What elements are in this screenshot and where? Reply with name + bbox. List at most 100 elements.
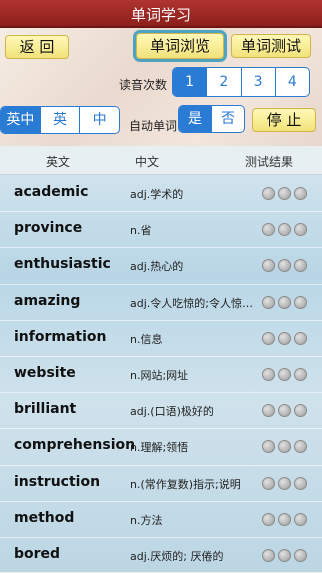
word-chinese: adj.令人吃惊的;令人惊…: [130, 296, 253, 310]
lang-option-en[interactable]: 英: [39, 107, 80, 133]
read-count-segmented[interactable]: 1 2 3 4: [172, 67, 310, 97]
result-dot-icon: [294, 259, 307, 273]
result-dot-icon: [294, 331, 307, 345]
test-result-indicators: [262, 476, 307, 490]
result-dot-icon: [262, 549, 275, 562]
auto-word-segmented[interactable]: 是 否: [178, 105, 245, 133]
test-result-indicators: [262, 512, 307, 526]
table-row[interactable]: enthusiastic adj.热心的: [0, 247, 322, 283]
table-row[interactable]: amazing adj.令人吃惊的;令人惊…: [0, 284, 322, 320]
result-dot-icon: [262, 331, 275, 345]
table-row[interactable]: province n.省: [0, 211, 322, 247]
word-chinese: n.网站;网址: [130, 369, 189, 382]
result-dot-icon: [278, 187, 291, 200]
result-dot-icon: [262, 476, 275, 490]
word-english: method: [14, 509, 75, 526]
result-dot-icon: [278, 368, 291, 381]
header-english: 英文: [46, 155, 71, 169]
word-chinese: adj.热心的: [130, 260, 184, 274]
browse-button[interactable]: 单词浏览: [133, 30, 227, 62]
header-test-result: 测试结果: [245, 155, 294, 169]
lang-option-en-cn[interactable]: 英中: [1, 107, 40, 133]
table-row[interactable]: academic adj.学术的: [0, 175, 322, 211]
test-result-indicators: [262, 368, 307, 381]
lang-option-cn[interactable]: 中: [79, 107, 119, 133]
result-dot-icon: [278, 549, 291, 562]
test-result-indicators: [262, 440, 307, 454]
result-dot-icon: [294, 295, 307, 309]
word-chinese: n.信息: [130, 332, 163, 346]
test-result-indicators: [262, 259, 307, 273]
result-dot-icon: [278, 440, 291, 454]
test-result-indicators: [262, 187, 307, 200]
word-english: bored: [14, 546, 61, 562]
auto-word-label: 自动单词: [129, 119, 178, 133]
word-english: enthusiastic: [14, 256, 111, 273]
result-dot-icon: [294, 476, 307, 490]
word-chinese: n.理解;领悟: [130, 441, 189, 455]
result-dot-icon: [278, 331, 291, 345]
result-dot-icon: [262, 295, 275, 309]
word-chinese: adj.(口语)极好的: [130, 405, 214, 419]
test-button[interactable]: 单词测试: [231, 34, 311, 58]
table-header: 英文 中文 测试结果: [0, 146, 322, 175]
result-dot-icon: [278, 404, 291, 418]
result-dot-icon: [262, 368, 275, 381]
table-row[interactable]: brilliant adj.(口语)极好的: [0, 392, 322, 428]
word-english: website: [14, 365, 76, 381]
result-dot-icon: [262, 512, 275, 526]
test-result-indicators: [262, 404, 307, 418]
word-chinese: adj.厌烦的; 厌倦的: [130, 550, 224, 563]
table-row[interactable]: website n.网站;网址: [0, 356, 322, 392]
table-row[interactable]: comprehension n.理解;领悟: [0, 428, 322, 464]
page-title: 单词学习: [130, 6, 191, 24]
result-dot-icon: [294, 440, 307, 454]
word-english: instruction: [14, 473, 101, 490]
read-count-label: 读音次数: [119, 78, 168, 92]
result-dot-icon: [262, 259, 275, 273]
word-list: 英文 中文 测试结果 academic adj.学术的 province n.省 ent…: [0, 146, 322, 572]
result-dot-icon: [278, 259, 291, 273]
result-dot-icon: [278, 223, 291, 237]
word-chinese: n.(常作复数)指示;说明: [130, 477, 241, 491]
result-dot-icon: [262, 223, 275, 237]
read-count-option-3[interactable]: 3: [240, 68, 275, 96]
read-count-option-4[interactable]: 4: [274, 68, 309, 96]
result-dot-icon: [278, 476, 291, 490]
word-english: academic: [14, 184, 89, 200]
word-english: comprehension: [14, 437, 136, 454]
result-dot-icon: [294, 549, 307, 562]
header-chinese: 中文: [135, 155, 160, 169]
result-dot-icon: [294, 223, 307, 237]
table-row[interactable]: information n.信息: [0, 320, 322, 356]
result-dot-icon: [262, 404, 275, 418]
test-result-indicators: [262, 295, 307, 309]
read-count-option-2[interactable]: 2: [206, 68, 240, 96]
test-result-indicators: [262, 331, 307, 345]
result-dot-icon: [294, 512, 307, 526]
table-row[interactable]: method n.方法: [0, 501, 322, 537]
auto-option-no[interactable]: 否: [211, 106, 244, 132]
read-count-option-1[interactable]: 1: [173, 68, 207, 96]
test-result-indicators: [262, 223, 307, 237]
back-button[interactable]: 返 回: [5, 35, 69, 59]
language-segmented[interactable]: 英中 英 中: [0, 106, 120, 134]
table-row[interactable]: bored adj.厌烦的; 厌倦的: [0, 537, 322, 573]
table-row[interactable]: instruction n.(常作复数)指示;说明: [0, 465, 322, 501]
title-bar: 单词学习: [0, 0, 322, 28]
result-dot-icon: [294, 187, 307, 200]
word-chinese: adj.学术的: [130, 188, 184, 201]
word-english: amazing: [14, 292, 81, 309]
test-result-indicators: [262, 549, 307, 562]
result-dot-icon: [294, 368, 307, 381]
auto-option-yes[interactable]: 是: [179, 106, 211, 132]
result-dot-icon: [262, 187, 275, 200]
word-english: province: [14, 220, 83, 237]
word-chinese: n.方法: [130, 513, 163, 527]
result-dot-icon: [262, 440, 275, 454]
control-panel: 返 回 单词浏览 单词测试 读音次数 1 2 3 4 英中 英 中 自动单词 是…: [0, 28, 322, 146]
stop-button[interactable]: 停 止: [252, 108, 316, 132]
word-english: information: [14, 328, 107, 345]
result-dot-icon: [278, 512, 291, 526]
word-chinese: n.省: [130, 224, 152, 238]
